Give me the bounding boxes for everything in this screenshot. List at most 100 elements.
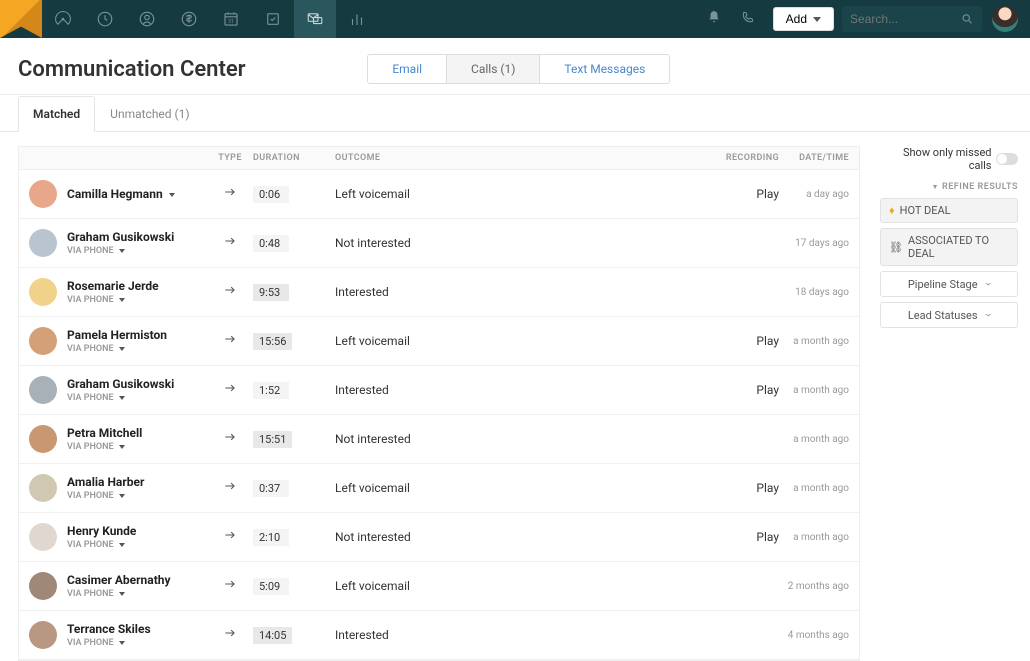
missed-label: Show only missed calls <box>880 146 991 172</box>
reports-icon[interactable] <box>336 0 378 38</box>
fire-icon: ♦ <box>889 204 895 217</box>
datetime-cell: 17 days ago <box>779 238 859 249</box>
name-cell[interactable]: Camilla Hegmann <box>67 187 207 201</box>
search-input[interactable] <box>850 12 961 26</box>
calendar-icon[interactable]: 31 <box>210 0 252 38</box>
outgoing-arrow-icon <box>207 479 253 497</box>
datetime-cell: a month ago <box>779 336 859 347</box>
name-cell[interactable]: Terrance Skiles VIA PHONE <box>67 622 207 648</box>
name-cell[interactable]: Rosemarie JerdeVIA PHONE <box>67 279 207 305</box>
duration-cell: 15:51 <box>253 431 335 448</box>
money-icon[interactable] <box>168 0 210 38</box>
avatar <box>29 376 57 404</box>
filter-label: HOT DEAL <box>900 204 951 217</box>
avatar <box>29 474 57 502</box>
col-recording: RECORDING <box>707 153 779 163</box>
tab-unmatched-[interactable]: Unmatched (1) <box>95 96 204 132</box>
table-row[interactable]: Petra MitchellVIA PHONE 15:51Not interes… <box>19 415 859 464</box>
play-button[interactable]: Play <box>707 481 779 495</box>
person-name: Pamela Hermiston <box>67 328 207 342</box>
dropdown-pipeline-stage[interactable]: Pipeline Stage <box>880 271 1018 297</box>
segment-text-messages[interactable]: Text Messages <box>540 55 669 83</box>
outcome-cell: Not interested <box>335 530 707 544</box>
play-button[interactable]: Play <box>707 530 779 544</box>
datetime-cell: a day ago <box>779 189 859 200</box>
duration-cell: 9:53 <box>253 284 335 301</box>
avatar <box>29 425 57 453</box>
col-type: TYPE <box>207 153 253 163</box>
outgoing-arrow-icon <box>207 430 253 448</box>
outcome-cell: Interested <box>335 383 707 397</box>
datetime-cell: a month ago <box>779 385 859 396</box>
via-phone-label: VIA PHONE <box>67 393 207 403</box>
tab-matched[interactable]: Matched <box>18 96 95 132</box>
name-cell[interactable]: Petra MitchellVIA PHONE <box>67 426 207 452</box>
via-phone-label: VIA PHONE <box>67 638 207 648</box>
name-cell[interactable]: Pamela HermistonVIA PHONE <box>67 328 207 354</box>
outcome-cell: Not interested <box>335 432 707 446</box>
segment-calls-[interactable]: Calls (1) <box>447 55 540 83</box>
dropdown-lead-statuses[interactable]: Lead Statuses <box>880 302 1018 328</box>
segment-email[interactable]: Email <box>368 55 447 83</box>
bell-icon[interactable] <box>697 10 731 28</box>
col-outcome: OUTCOME <box>335 153 707 163</box>
outcome-cell: Interested <box>335 285 707 299</box>
page-title: Communication Center <box>18 57 246 82</box>
name-cell[interactable]: Amalia HarberVIA PHONE <box>67 475 207 501</box>
play-button[interactable]: Play <box>707 383 779 397</box>
link-icon: ⛓ <box>889 241 903 254</box>
top-nav: 31 Add <box>0 0 1030 38</box>
avatar <box>29 523 57 551</box>
table-row[interactable]: Camilla Hegmann 0:06Left voicemailPlaya … <box>19 170 859 219</box>
table-row[interactable]: Rosemarie JerdeVIA PHONE 9:53Interested1… <box>19 268 859 317</box>
person-name: Camilla Hegmann <box>67 187 207 201</box>
name-cell[interactable]: Graham GusikowskiVIA PHONE <box>67 230 207 256</box>
refine-heading: REFINE RESULTS <box>880 182 1018 192</box>
duration-cell: 2:10 <box>253 529 335 546</box>
table-row[interactable]: Terrance SkilesVIA PHONE 14:05Interested… <box>19 611 859 660</box>
add-button[interactable]: Add <box>773 7 834 31</box>
avatar <box>29 327 57 355</box>
filter-label: ASSOCIATED TO DEAL <box>908 234 1009 260</box>
filter-hot-deal[interactable]: ♦ HOT DEAL <box>880 198 1018 223</box>
table-row[interactable]: Pamela HermistonVIA PHONE 15:56Left voic… <box>19 317 859 366</box>
avatar <box>29 229 57 257</box>
checkbox-icon[interactable] <box>252 0 294 38</box>
outgoing-arrow-icon <box>207 332 253 350</box>
contact-icon[interactable] <box>126 0 168 38</box>
name-cell[interactable]: Henry KundeVIA PHONE <box>67 524 207 550</box>
col-datetime: DATE/TIME <box>779 153 859 163</box>
avatar <box>29 621 57 649</box>
logo-icon[interactable] <box>0 0 42 38</box>
outgoing-arrow-icon <box>207 626 253 644</box>
datetime-cell: 4 months ago <box>779 630 859 641</box>
table-row[interactable]: Amalia HarberVIA PHONE 0:37Left voicemai… <box>19 464 859 513</box>
outgoing-arrow-icon <box>207 185 253 203</box>
table-row[interactable]: Casimer AbernathyVIA PHONE 5:09Left voic… <box>19 562 859 611</box>
table-row[interactable]: Graham GusikowskiVIA PHONE 0:48Not inter… <box>19 219 859 268</box>
person-name: Rosemarie Jerde <box>67 279 207 293</box>
outgoing-arrow-icon <box>207 577 253 595</box>
person-name: Terrance Skiles <box>67 622 207 636</box>
play-button[interactable]: Play <box>707 187 779 201</box>
missed-toggle[interactable] <box>996 153 1018 165</box>
duration-cell: 15:56 <box>253 333 335 350</box>
table-header: TYPE DURATION OUTCOME RECORDING DATE/TIM… <box>19 147 859 170</box>
table-row[interactable]: Graham GusikowskiVIA PHONE 1:52Intereste… <box>19 366 859 415</box>
clock-icon[interactable] <box>84 0 126 38</box>
duration-cell: 0:48 <box>253 235 335 252</box>
filter-associated-to-deal[interactable]: ⛓ ASSOCIATED TO DEAL <box>880 228 1018 266</box>
name-cell[interactable]: Casimer AbernathyVIA PHONE <box>67 573 207 599</box>
name-cell[interactable]: Graham GusikowskiVIA PHONE <box>67 377 207 403</box>
search-field[interactable] <box>842 6 982 32</box>
dashboard-icon[interactable] <box>42 0 84 38</box>
datetime-cell: 2 months ago <box>779 581 859 592</box>
play-button[interactable]: Play <box>707 334 779 348</box>
phone-icon[interactable] <box>731 10 765 28</box>
outgoing-arrow-icon <box>207 283 253 301</box>
datetime-cell: a month ago <box>779 483 859 494</box>
messages-icon[interactable] <box>294 0 336 38</box>
table-row[interactable]: Henry KundeVIA PHONE 2:10Not interestedP… <box>19 513 859 562</box>
datetime-cell: a month ago <box>779 434 859 445</box>
user-avatar[interactable] <box>992 6 1018 32</box>
